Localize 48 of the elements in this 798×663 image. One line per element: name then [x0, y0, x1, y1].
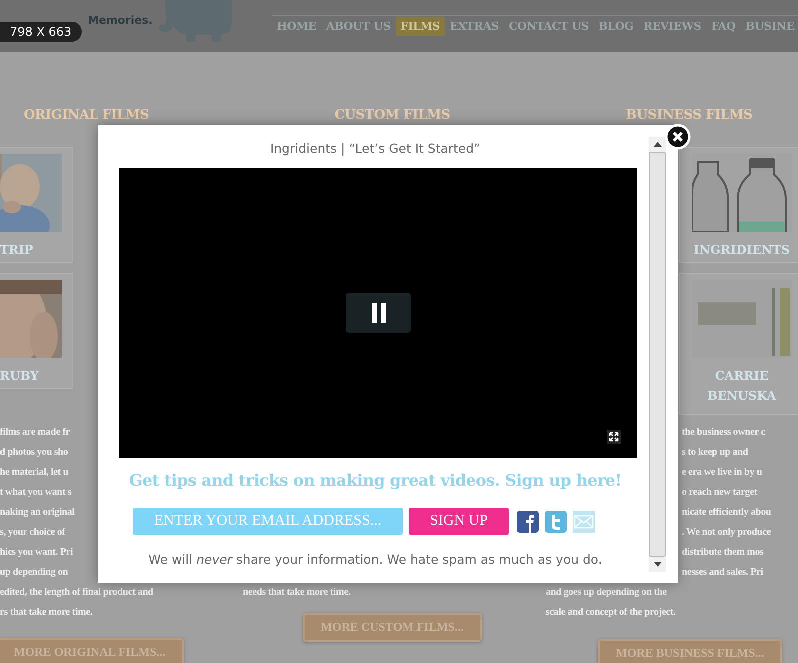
- description-text: he material, let u: [0, 466, 69, 480]
- pause-button[interactable]: [346, 293, 411, 333]
- description-text: hics you want. Pri: [0, 546, 74, 560]
- description-text: films are made fr: [0, 426, 70, 440]
- description-text: needs that take more time.: [243, 586, 351, 600]
- film-title: TRIP: [0, 242, 34, 259]
- description-text: nicate efficiently abou: [682, 506, 772, 520]
- film-title: RUBY: [0, 368, 39, 385]
- scrollbar[interactable]: [649, 137, 666, 572]
- description-text: up depending on: [0, 566, 68, 580]
- description-text: distribute them mos: [682, 546, 764, 560]
- email-field[interactable]: ENTER YOUR EMAIL ADDRESS...: [133, 508, 403, 535]
- section-heading: BUSINESS FILMS: [626, 108, 753, 124]
- nav-link[interactable]: FILMS: [396, 17, 446, 36]
- pause-icon: [370, 303, 388, 323]
- film-card[interactable]: INGRIDIENTS: [680, 148, 798, 262]
- film-title: CARRIE BENUSKA: [706, 368, 778, 405]
- description-text: edited, the length of final product and: [0, 586, 154, 600]
- section-heading: CUSTOM FILMS: [334, 108, 450, 124]
- section-heading: ORIGINAL FILMS: [24, 108, 150, 124]
- description-text: o reach new target: [682, 486, 758, 500]
- fullscreen-icon[interactable]: [607, 430, 621, 444]
- film-title: INGRIDIENTS: [692, 242, 792, 259]
- tagline: Memories.: [88, 14, 153, 27]
- close-icon[interactable]: [665, 124, 691, 150]
- description-text: d photos you sho: [0, 446, 68, 460]
- facebook-icon[interactable]: [517, 510, 539, 532]
- modal-title: Ingridients | “Let’s Get It Started”: [269, 141, 482, 156]
- privacy-note: We will never share your information. We hate spam as much as you do.: [148, 552, 604, 567]
- description-text: rs that take more time.: [0, 606, 93, 620]
- film-card[interactable]: CARRIE BENUSKA: [680, 274, 798, 414]
- description-text: s to keep up and: [682, 446, 748, 460]
- description-text: the business owner c: [682, 426, 766, 440]
- description-text: nesses and sales. Pri: [682, 566, 764, 580]
- description-text: naking an original: [0, 506, 75, 520]
- sign-up-button[interactable]: SIGN UP: [409, 508, 509, 535]
- signup-headline: Get tips and tricks on making great videos. Sign up here!: [128, 471, 623, 490]
- description-text: and goes up depending on the: [546, 586, 667, 600]
- description-text: . We not only produce: [682, 526, 772, 540]
- scroll-up-icon[interactable]: [654, 142, 662, 147]
- film-card[interactable]: TRIP: [0, 148, 72, 262]
- description-text: t what you want s: [0, 486, 72, 500]
- scroll-down-icon[interactable]: [654, 562, 662, 567]
- description-text: scale and concept of the project.: [546, 606, 676, 620]
- description-text: s, your choice of: [0, 526, 66, 540]
- size-badge: 798 X 663: [0, 22, 82, 42]
- film-card[interactable]: RUBY: [0, 274, 72, 388]
- description-text: e era we live in by u: [682, 466, 762, 480]
